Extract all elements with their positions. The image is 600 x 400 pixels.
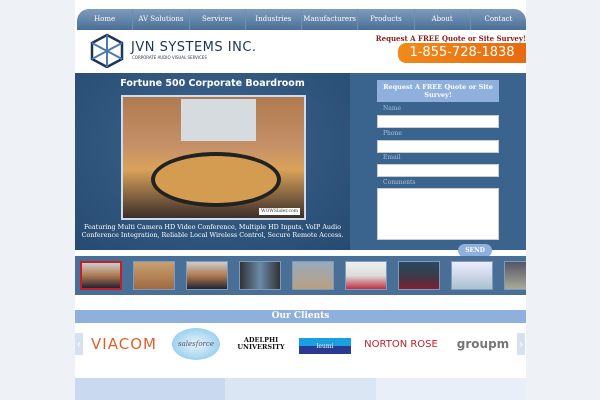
feature-boxes: [75, 378, 526, 400]
client-logo-norton-rose[interactable]: NORTON ROSE: [359, 328, 443, 360]
thumbnail[interactable]: [345, 261, 387, 290]
thumbnail[interactable]: [398, 261, 440, 290]
clients-next-button[interactable]: ›: [517, 333, 525, 355]
phone-label: Phone: [383, 130, 402, 137]
thumbnail[interactable]: [133, 261, 175, 290]
main-nav: Home AV Solutions Services Industries Ma…: [77, 9, 526, 30]
brand-tagline: CORPORATE AUDIO VISUAL SERVICES: [132, 55, 207, 60]
brand-name: JVN SYSTEMS INC.: [131, 40, 257, 55]
phone-input[interactable]: [377, 140, 499, 153]
nav-services[interactable]: Services: [190, 9, 246, 30]
client-logo-leumi[interactable]: leumi: [299, 338, 351, 354]
thumbnail[interactable]: [186, 261, 228, 290]
slideshow: Fortune 500 Corporate Boardroom WOWSlide…: [75, 73, 350, 250]
thumbnail-strip: [75, 256, 526, 295]
name-label: Name: [383, 105, 402, 112]
form-heading: Request A FREE Quote or Site Survey!: [377, 80, 499, 102]
email-label: Email: [383, 154, 401, 161]
nav-av-solutions[interactable]: AV Solutions: [133, 9, 190, 30]
watermark: WOWSlider.com: [258, 208, 300, 215]
logo-icon[interactable]: [90, 34, 124, 68]
nav-manufacturers[interactable]: Manufacturers: [302, 9, 359, 30]
name-input[interactable]: [377, 115, 499, 128]
thumbnail[interactable]: [239, 261, 281, 290]
nav-home[interactable]: Home: [77, 9, 134, 30]
page: Home AV Solutions Services Industries Ma…: [75, 0, 526, 400]
slide-title: Fortune 500 Corporate Boardroom: [120, 78, 305, 89]
phone-number[interactable]: 1-855-728-1838: [398, 43, 526, 63]
screen: [181, 99, 256, 141]
comments-label: Comments: [383, 179, 416, 186]
banner: Fortune 500 Corporate Boardroom WOWSlide…: [75, 73, 526, 250]
thumbnail[interactable]: [292, 261, 334, 290]
email-input[interactable]: [377, 164, 499, 177]
feature-box[interactable]: [75, 378, 226, 400]
conference-table: [151, 152, 281, 207]
client-logo-salesforce[interactable]: salesforce: [172, 328, 220, 360]
clients-heading: Our Clients: [75, 310, 526, 323]
feature-box[interactable]: [225, 378, 376, 400]
feature-box[interactable]: [375, 378, 526, 400]
client-logo-groupm[interactable]: groupm: [452, 328, 514, 360]
client-logo-viacom[interactable]: VIACOM: [87, 328, 161, 360]
quote-link[interactable]: Request A FREE Quote or Site Survey!: [376, 34, 526, 43]
comments-textarea[interactable]: [377, 188, 499, 240]
nav-contact[interactable]: Contact: [471, 9, 526, 30]
slide-caption: Featuring Multi Camera HD Video Conferen…: [81, 223, 344, 239]
thumbnail[interactable]: [80, 261, 122, 290]
clients-prev-button[interactable]: ‹: [75, 333, 83, 355]
nav-industries[interactable]: Industries: [246, 9, 302, 30]
thumbnail[interactable]: [504, 261, 526, 290]
nav-products[interactable]: Products: [358, 9, 415, 30]
slide-image[interactable]: WOWSlider.com: [121, 95, 306, 220]
quote-form: Request A FREE Quote or Site Survey! Nam…: [350, 73, 526, 250]
thumbnail[interactable]: [451, 261, 493, 290]
nav-about[interactable]: About: [415, 9, 471, 30]
client-logo-adelphi[interactable]: ADELPHI UNIVERSITY: [231, 328, 291, 360]
